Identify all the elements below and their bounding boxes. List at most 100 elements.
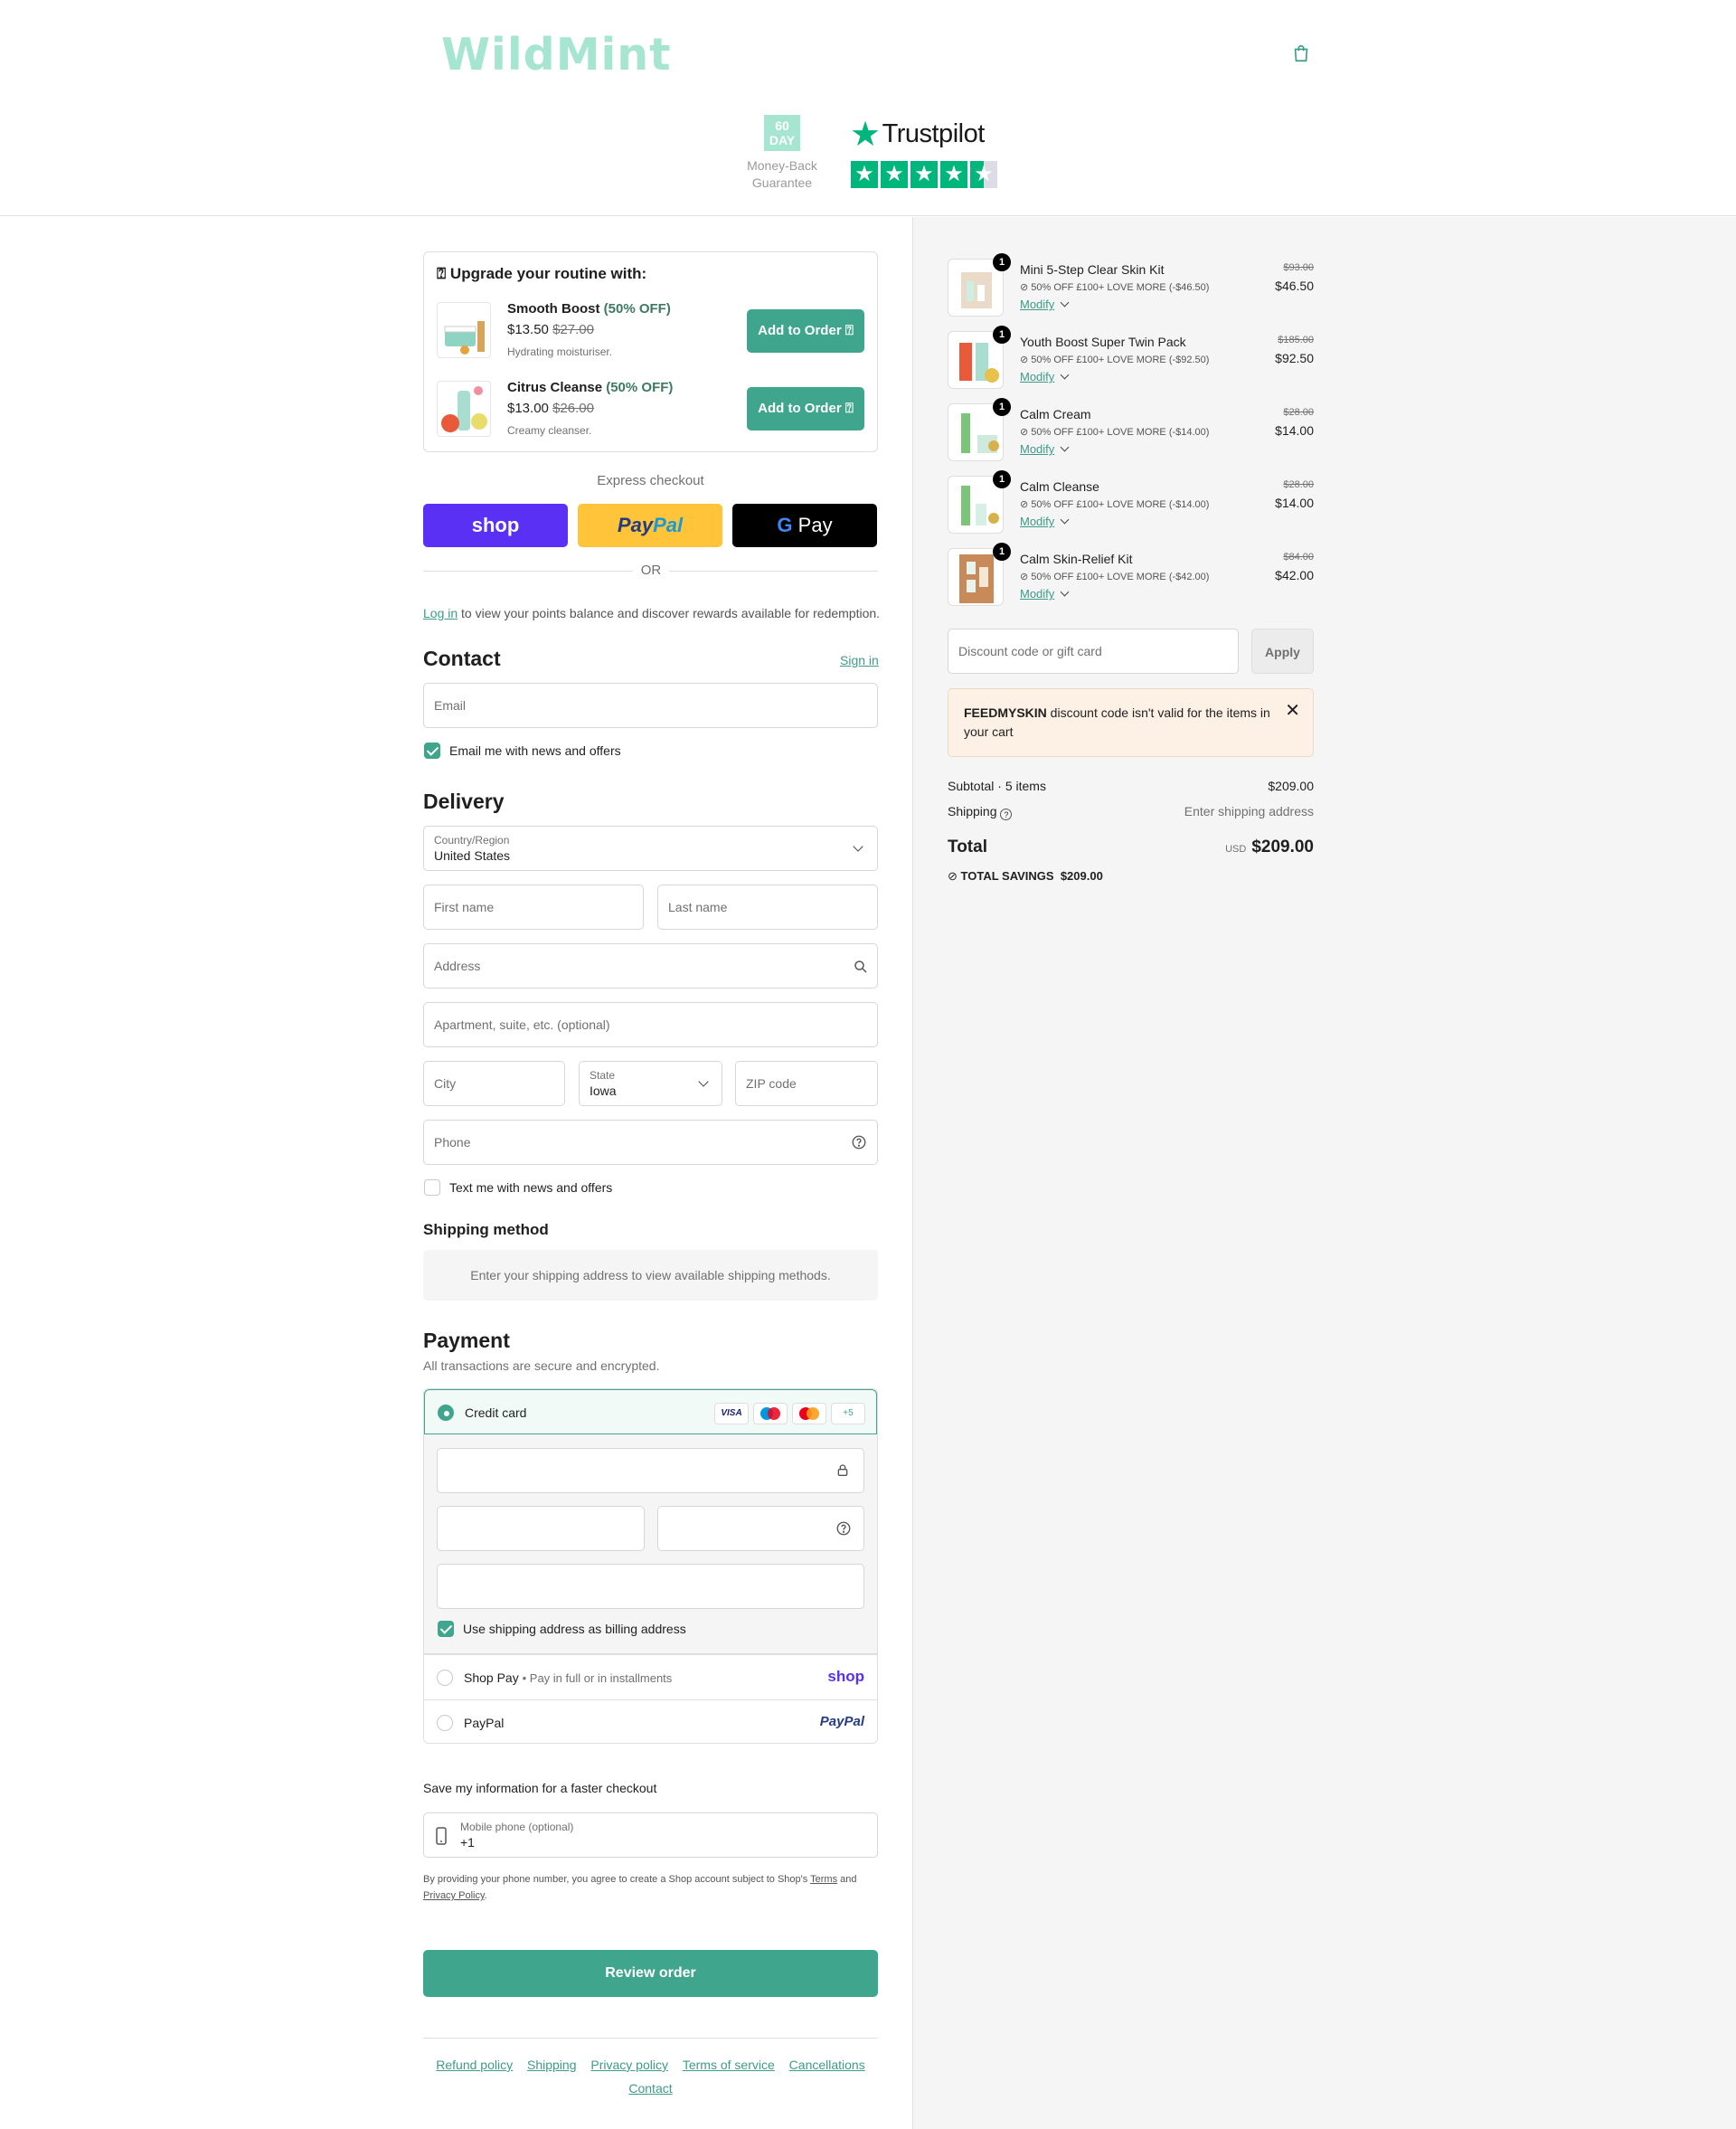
last-name-field[interactable]: Last name [657, 885, 878, 930]
shop-pay-radio[interactable] [437, 1670, 453, 1686]
item-old-price: $28.00 [1283, 407, 1314, 418]
text-news-label: Text me with news and offers [449, 1180, 613, 1195]
upsell-box: ⍰ Upgrade your routine with: Smooth Boos… [423, 251, 878, 452]
shipping-link[interactable]: Shipping [527, 2058, 577, 2072]
order-item: 1 Calm Cleanse ⊘ 50% OFF £100+ LOVE MORE… [948, 470, 1314, 539]
add-to-order-button[interactable]: Add to Order ⍰ [747, 387, 864, 431]
more-cards-badge: +5 [831, 1403, 865, 1424]
chevron-down-icon [1060, 370, 1070, 380]
paypal-label: PayPal [464, 1716, 505, 1730]
shop-pay-label: Shop Pay • Pay in full or in installment… [464, 1670, 673, 1685]
zip-field[interactable]: ZIP code [735, 1061, 878, 1106]
first-name-field[interactable]: First name [423, 885, 644, 930]
apartment-field[interactable]: Apartment, suite, etc. (optional) [423, 1002, 878, 1047]
close-icon[interactable]: ✕ [1285, 702, 1300, 721]
state-select[interactable]: State Iowa [579, 1061, 722, 1106]
tag-icon: ⊘ [948, 869, 958, 883]
refund-policy-link[interactable]: Refund policy [436, 2058, 513, 2072]
billing-address-label: Use shipping address as billing address [463, 1622, 686, 1636]
item-name: Calm Cream [1020, 407, 1091, 421]
star-icon: ★ [940, 161, 967, 188]
shipping-methods-placeholder: Enter your shipping address to view avai… [423, 1250, 878, 1301]
name-on-card-field[interactable] [437, 1564, 864, 1609]
terms-of-service-link[interactable]: Terms of service [683, 2058, 775, 2072]
sign-in-link[interactable]: Sign in [840, 653, 879, 667]
billing-address-checkbox[interactable] [438, 1621, 454, 1637]
modify-button[interactable]: Modify [1020, 442, 1070, 456]
add-to-order-button[interactable]: Add to Order ⍰ [747, 309, 864, 353]
modify-button[interactable]: Modify [1020, 370, 1070, 383]
tag-icon: ⊘ [1020, 499, 1029, 510]
phone-field[interactable]: Phone [423, 1120, 878, 1165]
subtotal-row: Subtotal · 5 items $209.00 [948, 779, 1314, 793]
payment-title: Payment [423, 1329, 510, 1352]
shipping-row: Shipping ? Enter shipping address [948, 804, 1314, 820]
payment-methods: Credit card VISA +5 Use shipping address… [423, 1388, 878, 1744]
payment-subtitle: All transactions are secure and encrypte… [423, 1358, 660, 1373]
item-name: Calm Cleanse [1020, 479, 1099, 494]
item-old-price: $185.00 [1278, 335, 1314, 345]
discount-code: FEEDMYSKIN [964, 705, 1047, 720]
country-select[interactable]: Country/Region United States [423, 826, 878, 871]
paypal-logo: PayPal [819, 1714, 864, 1729]
contact-title: Contact [423, 647, 501, 670]
discount-error-notice: FEEDMYSKIN discount code isn't valid for… [948, 688, 1314, 757]
city-field[interactable]: City [423, 1061, 565, 1106]
credit-card-option[interactable]: Credit card VISA +5 [424, 1389, 877, 1434]
email-field[interactable]: Email [423, 683, 878, 728]
order-item: 1 Calm Cream ⊘ 50% OFF £100+ LOVE MORE (… [948, 398, 1314, 467]
mobile-phone-field[interactable]: Mobile phone (optional) +1 [423, 1812, 878, 1858]
save-info-title: Save my information for a faster checkou… [423, 1781, 657, 1795]
item-name: Calm Skin-Relief Kit [1020, 552, 1133, 566]
credit-card-radio[interactable] [438, 1405, 454, 1421]
item-price: $42.00 [1275, 568, 1314, 582]
modify-button[interactable]: Modify [1020, 515, 1070, 528]
cancellations-link[interactable]: Cancellations [789, 2058, 865, 2072]
quantity-badge: 1 [993, 326, 1011, 344]
email-news-label: Email me with news and offers [449, 743, 621, 758]
address-field[interactable]: Address [423, 943, 878, 989]
item-old-price: $84.00 [1283, 552, 1314, 563]
shopping-bag-icon[interactable] [1291, 43, 1311, 63]
paypal-radio[interactable] [437, 1715, 453, 1731]
citrus-cleanse-image [437, 381, 491, 437]
privacy-policy-link[interactable]: Privacy policy [590, 2058, 668, 2072]
smooth-boost-image [437, 302, 491, 358]
modify-button[interactable]: Modify [1020, 298, 1070, 311]
privacy-policy-link[interactable]: Privacy Policy [423, 1890, 485, 1901]
review-order-button[interactable]: Review order [423, 1950, 878, 1997]
chevron-down-icon [1060, 298, 1070, 308]
shop-pay-logo: shop [827, 1668, 864, 1685]
shop-pay-button[interactable]: shop [423, 504, 568, 547]
terms-link[interactable]: Terms [810, 1874, 837, 1885]
maestro-icon [753, 1403, 788, 1424]
upsell-title: ⍰ Upgrade your routine with: [437, 265, 647, 282]
text-news-checkbox[interactable] [424, 1179, 440, 1196]
order-item: 1 Youth Boost Super Twin Pack ⊘ 50% OFF … [948, 326, 1314, 394]
help-icon[interactable]: ? [1000, 809, 1013, 820]
email-news-checkbox[interactable] [424, 743, 440, 759]
quantity-badge: 1 [993, 470, 1011, 488]
login-link[interactable]: Log in [423, 606, 458, 620]
paypal-option[interactable]: PayPal PayPal [424, 1699, 877, 1743]
brand-logo[interactable]: WildMint [441, 29, 672, 80]
contact-link[interactable]: Contact [628, 2081, 672, 2096]
security-code-field[interactable] [657, 1506, 864, 1551]
expiration-date-field[interactable] [437, 1506, 645, 1551]
chevron-down-icon [853, 841, 863, 852]
credit-card-form: Use shipping address as billing address [424, 1434, 877, 1654]
modify-button[interactable]: Modify [1020, 587, 1070, 601]
google-pay-button[interactable]: G Pay [732, 504, 877, 547]
help-icon[interactable] [851, 1134, 867, 1150]
upsell-item-name: Smooth Boost (50% OFF) [507, 301, 671, 317]
discount-code-field[interactable]: Discount code or gift card [948, 629, 1239, 674]
card-number-field[interactable] [437, 1448, 864, 1493]
item-price: $46.50 [1275, 279, 1314, 293]
paypal-button[interactable]: PayPal [578, 504, 722, 547]
shop-pay-option[interactable]: Shop Pay • Pay in full or in installment… [424, 1654, 877, 1699]
header: WildMint 60 DAY Money-Back Guarantee ★Tru… [0, 0, 1736, 216]
footer-divider [423, 2038, 878, 2039]
item-name: Youth Boost Super Twin Pack [1020, 335, 1186, 349]
star-icon: ★ [881, 161, 908, 188]
apply-discount-button[interactable]: Apply [1251, 629, 1314, 674]
